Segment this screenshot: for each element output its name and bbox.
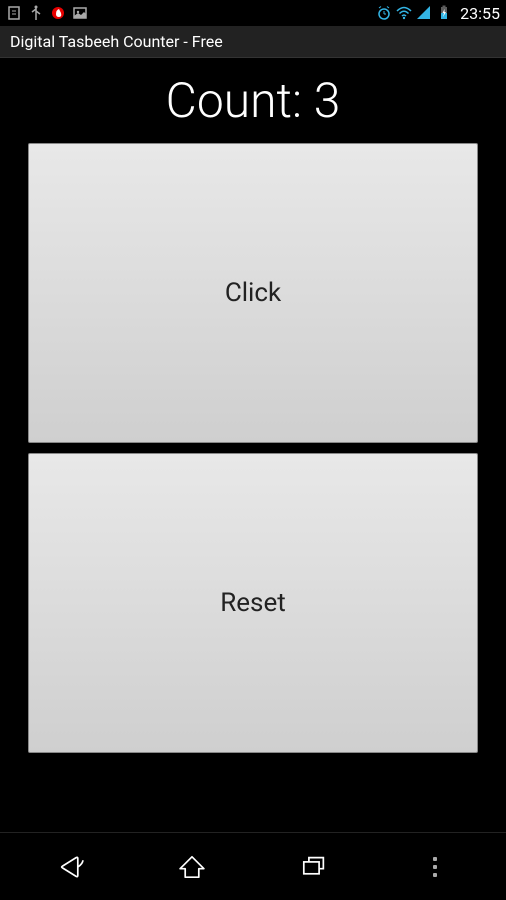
wifi-icon bbox=[396, 5, 412, 21]
click-button[interactable]: Click bbox=[28, 143, 478, 443]
reset-button-label: Reset bbox=[220, 588, 286, 618]
click-button-label: Click bbox=[225, 278, 281, 308]
clock-text: 23:55 bbox=[460, 4, 500, 23]
app-title: Digital Tasbeeh Counter - Free bbox=[10, 32, 223, 51]
status-right: 23:55 bbox=[376, 4, 500, 23]
image-icon bbox=[72, 5, 88, 21]
home-button[interactable] bbox=[172, 847, 212, 887]
back-button[interactable] bbox=[51, 847, 91, 887]
count-label: Count: 3 bbox=[166, 72, 341, 129]
status-bar: 23:55 bbox=[0, 0, 506, 26]
reset-button[interactable]: Reset bbox=[28, 453, 478, 753]
recents-button[interactable] bbox=[294, 847, 334, 887]
title-bar: Digital Tasbeeh Counter - Free bbox=[0, 26, 506, 58]
vodafone-icon bbox=[50, 5, 66, 21]
status-left bbox=[6, 5, 88, 21]
usb-icon bbox=[28, 5, 44, 21]
alarm-icon bbox=[376, 5, 392, 21]
signal-icon bbox=[416, 5, 432, 21]
overflow-menu-button[interactable] bbox=[415, 847, 455, 887]
usb-debug-icon bbox=[6, 5, 22, 21]
nav-bar bbox=[0, 832, 506, 900]
app-area: Count: 3 Click Reset bbox=[0, 58, 506, 832]
battery-charging-icon bbox=[436, 5, 452, 21]
